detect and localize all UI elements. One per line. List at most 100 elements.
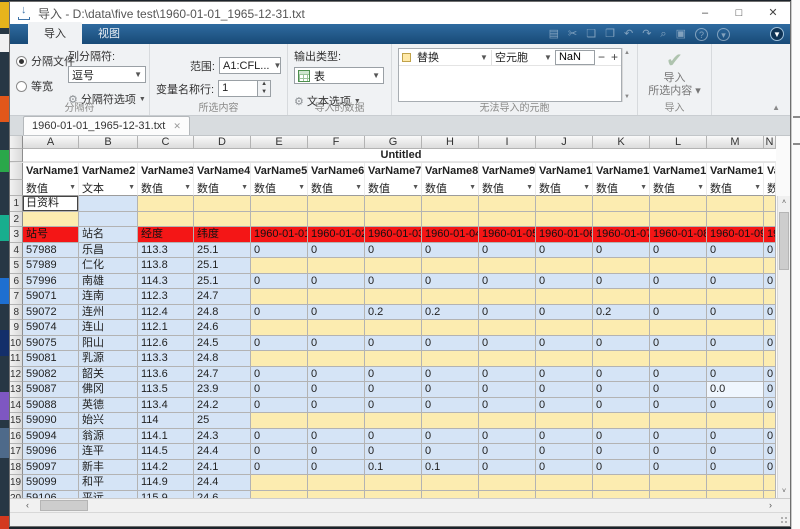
grid-cell[interactable]: 59096 [23,444,79,460]
grid-cell[interactable] [764,289,776,305]
grid-cell[interactable]: 0 [251,429,308,445]
grid-cell[interactable]: 0 [422,367,479,383]
search-icon[interactable]: ⌕ [660,24,666,44]
column-header-B[interactable]: B [79,136,138,149]
grid-cell[interactable]: 0 [251,382,308,398]
varname-header[interactable]: VarName6 [308,163,365,180]
grid-cell[interactable]: 1960-01-04 [422,227,479,243]
grid-cell[interactable] [764,475,776,491]
tab-close-icon[interactable]: ✕ [173,121,181,132]
grid-cell[interactable]: 连山 [79,320,138,336]
grid-cell[interactable]: 0 [536,305,593,321]
grid-cell[interactable] [365,491,422,499]
column-type-dropdown[interactable]: 数值▼ [365,180,422,196]
varname-header[interactable]: VarName7 [365,163,422,180]
chevron-down-icon[interactable]: ▼ [640,184,649,191]
grid-cell[interactable]: 25.1 [194,274,251,290]
column-type-dropdown[interactable]: 数值▼ [422,180,479,196]
row-number[interactable]: 12 [10,367,23,383]
vertical-scrollbar[interactable]: ˄ ˅ [777,196,790,498]
grid-cell[interactable] [365,475,422,491]
grid-cell[interactable]: 乳源 [79,351,138,367]
grid-cell[interactable]: 0 [308,444,365,460]
rule-target-combo[interactable]: 空元胞▼ [491,50,555,65]
grid-cell[interactable] [764,196,776,212]
grid-cell[interactable]: 连平 [79,444,138,460]
grid-cell[interactable]: 佛冈 [79,382,138,398]
grid-cell[interactable] [251,413,308,429]
grid-cell[interactable]: 0 [650,382,707,398]
grid-cell[interactable]: 韶关 [79,367,138,383]
row-number[interactable]: 4 [10,243,23,259]
grid-cell[interactable] [308,212,365,228]
grid-cell[interactable] [650,491,707,499]
grid-cell[interactable]: 仁化 [79,258,138,274]
grid-cell[interactable]: 0 [650,336,707,352]
save-icon[interactable]: ▤ [549,24,559,44]
grid-cell[interactable]: 0.2 [593,305,650,321]
chevron-down-icon[interactable]: ▼ [412,184,421,191]
grid-cell[interactable]: 0 [251,460,308,476]
grid-cell[interactable] [308,475,365,491]
grid-cell[interactable]: 114.2 [138,460,194,476]
grid-cell[interactable]: 0 [536,367,593,383]
grid-cell[interactable]: 0 [308,398,365,414]
column-type-dropdown[interactable]: 数值▼ [251,180,308,196]
grid-cell[interactable]: 114.1 [138,429,194,445]
redo-icon[interactable]: ↷ [642,24,651,44]
grid-cell[interactable] [764,491,776,499]
row-number[interactable]: 10 [10,336,23,352]
grid-cell[interactable] [422,351,479,367]
grid-cell[interactable] [79,212,138,228]
grid-cell[interactable] [251,491,308,499]
grid-cell[interactable] [707,413,764,429]
grid-cell[interactable] [422,212,479,228]
grid-cell[interactable]: 0 [764,398,776,414]
grid-cell[interactable]: 0 [593,274,650,290]
maximize-button[interactable]: □ [722,2,756,24]
grid-cell[interactable]: 0 [650,398,707,414]
help-icon[interactable]: ? [695,28,708,41]
import-selection-button[interactable]: ✔ 导入 所选内容 ▾ [644,50,705,98]
row-number[interactable]: 16 [10,429,23,445]
grid-cell[interactable]: 1960-01-10 [764,227,776,243]
close-button[interactable]: ✕ [756,2,790,24]
grid-cell[interactable]: 24.4 [194,444,251,460]
grid-cell[interactable]: 0 [764,336,776,352]
grid-cell[interactable] [764,413,776,429]
grid-cell[interactable]: 0 [764,305,776,321]
grid-cell[interactable] [650,475,707,491]
grid-cell[interactable]: 114.5 [138,444,194,460]
column-header-M[interactable]: M [707,136,764,149]
grid-cell[interactable]: 0.0 [707,382,764,398]
add-rule-button[interactable]: + [608,50,621,64]
varname-header[interactable]: VarName14 [764,163,776,180]
grid-cell[interactable]: 0.2 [365,305,422,321]
row-number[interactable]: 6 [10,274,23,290]
grid-cell[interactable] [365,413,422,429]
grid-cell[interactable]: 0 [479,305,536,321]
scroll-left-icon[interactable]: ‹ [26,499,29,512]
grid-cell[interactable] [707,475,764,491]
rule-action-combo[interactable]: 替换▼ [414,50,491,65]
grid-cell[interactable]: 1960-01-09 [707,227,764,243]
grid-cell[interactable]: 0 [422,382,479,398]
chevron-down-icon[interactable]: ▼ [241,184,250,191]
grid-cell[interactable]: 0 [707,460,764,476]
grid-cell[interactable]: 57996 [23,274,79,290]
scroll-down-icon[interactable]: ˅ [778,485,790,498]
varname-header[interactable]: VarName1 [23,163,79,180]
grid-cell[interactable] [479,212,536,228]
grid-cell[interactable]: 59081 [23,351,79,367]
grid-cell[interactable]: 0 [536,382,593,398]
grid-cell[interactable]: 24.8 [194,305,251,321]
varname-header[interactable]: VarName2 [79,163,138,180]
grid-cell[interactable] [593,475,650,491]
grid-cell[interactable]: 0 [593,460,650,476]
grid-cell[interactable] [479,289,536,305]
column-header-A[interactable]: A [23,136,79,149]
grid-cell[interactable]: 0 [251,367,308,383]
grid-cell[interactable] [593,351,650,367]
document-tab[interactable]: 1960-01-01_1965-12-31.txt ✕ [23,116,190,135]
grid-cell[interactable]: 0 [365,382,422,398]
